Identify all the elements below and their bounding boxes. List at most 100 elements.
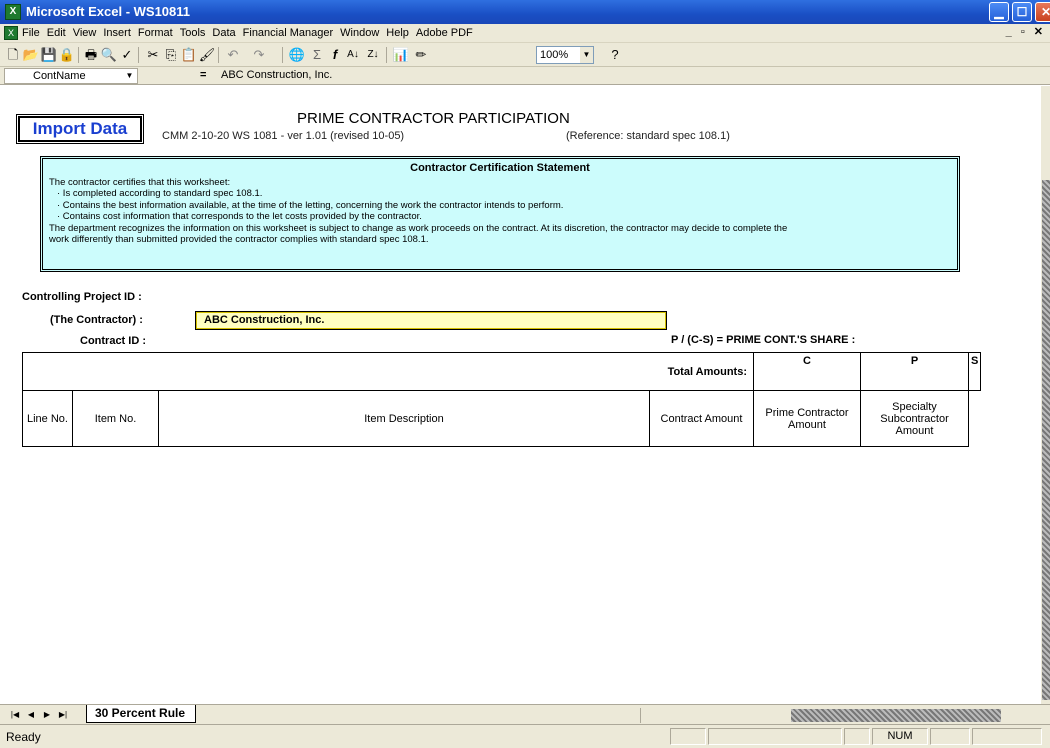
- column-letter-s: S: [967, 352, 982, 391]
- zoom-value: 100%: [540, 49, 569, 61]
- vertical-scrollbar[interactable]: [1041, 86, 1050, 704]
- status-cell: [844, 728, 870, 745]
- status-cell: [708, 728, 842, 745]
- certification-line: · Is completed according to standard spe…: [57, 188, 263, 199]
- formula-input[interactable]: ABC Construction, Inc.: [221, 69, 332, 81]
- header-line-no: Line No.: [22, 390, 73, 447]
- zoom-select[interactable]: 100% ▼: [536, 46, 594, 64]
- open-icon[interactable]: 📂: [22, 46, 40, 64]
- header-row: Line No. Item No. Item Description Contr…: [22, 390, 981, 447]
- contractor-name-field[interactable]: ABC Construction, Inc.: [195, 311, 667, 330]
- permission-icon[interactable]: 🔒: [58, 46, 76, 64]
- contractor-label: (The Contractor) :: [50, 314, 143, 326]
- column-letter-c: C: [753, 352, 861, 391]
- worksheet[interactable]: Import Data PRIME CONTRACTOR PARTICIPATI…: [10, 86, 1041, 704]
- document-window-controls[interactable]: _ ▫ ✕: [1006, 25, 1046, 38]
- header-item-no: Item No.: [72, 390, 159, 447]
- scrollbar-thumb[interactable]: [1042, 180, 1050, 700]
- certification-statement: Contractor Certification Statement The c…: [40, 156, 960, 272]
- maximize-button[interactable]: ☐: [1012, 2, 1032, 22]
- menu-adobe-pdf[interactable]: Adobe PDF: [416, 27, 473, 39]
- reference-text: (Reference: standard spec 108.1): [566, 130, 730, 142]
- toolbar-separator: [78, 47, 79, 63]
- menu-data[interactable]: Data: [212, 27, 235, 39]
- spelling-icon[interactable]: ✓: [118, 46, 136, 64]
- close-button[interactable]: ✕: [1035, 2, 1050, 22]
- menu-financial-manager[interactable]: Financial Manager: [243, 27, 334, 39]
- new-icon[interactable]: 🗋: [4, 46, 22, 64]
- controlling-project-id-label: Controlling Project ID :: [22, 291, 142, 303]
- certification-line: The contractor certifies that this works…: [49, 176, 231, 188]
- format-painter-icon[interactable]: 🖌: [198, 46, 216, 64]
- certification-line: work differently than submitted provided…: [49, 234, 429, 245]
- name-box[interactable]: ContName ▼: [4, 68, 138, 84]
- standard-toolbar: 🗋 📂 💾 🔒 🖶 🔍 ✓ ✂ ⎘ 📋 🖌 ↶ ↷ 🌐 Σ f A↓ Z↓ 📊 …: [0, 43, 1050, 67]
- certification-title: Contractor Certification Statement: [410, 162, 590, 174]
- toolbar-separator: [282, 47, 283, 63]
- status-cell: [670, 728, 706, 745]
- toolbar-separator: [386, 47, 387, 63]
- drawing-icon[interactable]: ✏: [412, 46, 430, 64]
- excel-icon[interactable]: X: [5, 4, 21, 20]
- contract-id-label: Contract ID :: [80, 335, 146, 347]
- undo-icon[interactable]: ↶: [224, 46, 242, 64]
- menu-list: File Edit View Insert Format Tools Data …: [22, 27, 473, 39]
- sort-descending-icon[interactable]: Z↓: [364, 46, 382, 64]
- redo-icon[interactable]: ↷: [250, 46, 268, 64]
- print-icon[interactable]: 🖶: [82, 46, 100, 64]
- header-specialty-amount: Specialty Subcontractor Amount: [860, 390, 969, 447]
- autosum-icon[interactable]: Σ: [308, 46, 326, 64]
- chart-wizard-icon[interactable]: 📊: [392, 46, 410, 64]
- sort-ascending-icon[interactable]: A↓: [344, 46, 362, 64]
- tab-30-percent-rule[interactable]: 30 Percent Rule: [86, 705, 197, 723]
- version-text: CMM 2-10-20 WS 1081 - ver 1.01 (revised …: [162, 130, 405, 142]
- function-icon[interactable]: f: [326, 46, 344, 64]
- hyperlink-icon[interactable]: 🌐: [288, 46, 306, 64]
- toolbar-separator: [218, 47, 219, 63]
- next-sheet-icon[interactable]: ▶: [40, 708, 54, 722]
- header-prime-amount: Prime Contractor Amount: [753, 390, 861, 447]
- name-box-value: ContName: [33, 70, 86, 82]
- help-icon[interactable]: ?: [606, 46, 624, 64]
- menu-bar: X File Edit View Insert Format Tools Dat…: [0, 24, 1050, 43]
- menu-window[interactable]: Window: [340, 27, 379, 39]
- chevron-down-icon[interactable]: ▼: [580, 47, 593, 63]
- menu-format[interactable]: Format: [138, 27, 173, 39]
- prev-sheet-icon[interactable]: ◀: [24, 708, 38, 722]
- menu-file[interactable]: File: [22, 27, 40, 39]
- window-title: Microsoft Excel - WS10811: [26, 4, 191, 19]
- last-sheet-icon[interactable]: ▶|: [56, 708, 70, 722]
- horizontal-scrollbar[interactable]: [640, 708, 1035, 723]
- chevron-down-icon[interactable]: ▼: [123, 70, 136, 82]
- status-cell: [930, 728, 970, 745]
- print-preview-icon[interactable]: 🔍: [100, 46, 118, 64]
- formula-bar: ContName ▼ = ABC Construction, Inc.: [0, 67, 1050, 85]
- total-amounts-label: Total Amounts:: [22, 352, 754, 391]
- menu-help[interactable]: Help: [386, 27, 409, 39]
- first-sheet-icon[interactable]: |◀: [8, 708, 22, 722]
- workbook-icon[interactable]: X: [4, 26, 18, 40]
- menu-insert[interactable]: Insert: [103, 27, 131, 39]
- scrollbar-thumb[interactable]: [791, 709, 1001, 722]
- item-table: Total Amounts: C P S Line No. Item No. I…: [22, 352, 982, 447]
- formula-equals-sign[interactable]: =: [200, 69, 206, 81]
- copy-icon[interactable]: ⎘: [162, 46, 180, 64]
- paste-icon[interactable]: 📋: [180, 46, 198, 64]
- save-icon[interactable]: 💾: [40, 46, 58, 64]
- certification-line: · Contains cost information that corresp…: [57, 211, 422, 222]
- minimize-button[interactable]: ▁: [989, 2, 1009, 22]
- menu-edit[interactable]: Edit: [47, 27, 66, 39]
- header-contract-amount: Contract Amount: [649, 390, 754, 447]
- header-item-description: Item Description: [158, 390, 650, 447]
- menu-view[interactable]: View: [73, 27, 97, 39]
- import-data-button[interactable]: Import Data: [16, 114, 144, 144]
- toolbar-separator: [138, 47, 139, 63]
- column-letter-p: P: [860, 352, 969, 391]
- certification-line: · Contains the best information availabl…: [57, 199, 564, 211]
- status-cell: [972, 728, 1042, 745]
- status-text: Ready: [6, 730, 41, 744]
- page-title: PRIME CONTRACTOR PARTICIPATION: [297, 110, 570, 127]
- status-bar: Ready NUM: [0, 724, 1050, 748]
- menu-tools[interactable]: Tools: [180, 27, 206, 39]
- cut-icon[interactable]: ✂: [144, 46, 162, 64]
